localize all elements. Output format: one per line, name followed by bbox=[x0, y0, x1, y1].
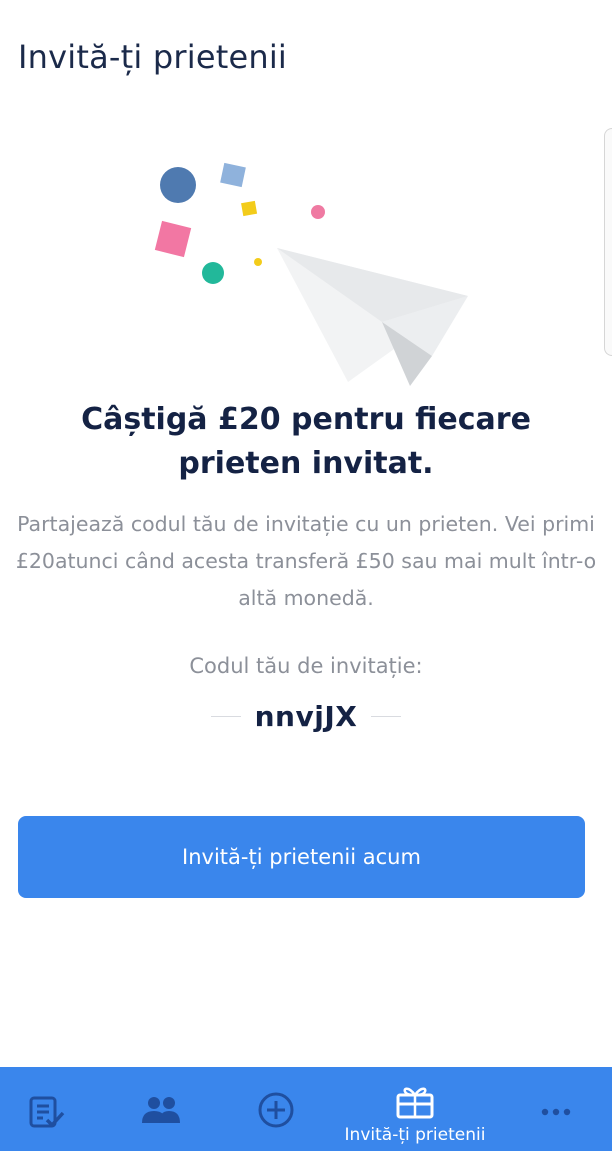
add-circle-icon bbox=[258, 1092, 294, 1128]
paper-plane-illustration bbox=[154, 162, 468, 386]
confetti-dot bbox=[254, 258, 262, 266]
confetti-square bbox=[220, 162, 246, 188]
code-divider-right bbox=[371, 715, 402, 717]
tab-recipients[interactable] bbox=[135, 1067, 187, 1151]
confetti-square bbox=[241, 200, 258, 217]
bottom-tab-bar: Invită-ți prietenii bbox=[0, 1067, 612, 1151]
headline-line-2: prieten invitat. bbox=[178, 446, 434, 481]
confetti-dot bbox=[202, 262, 224, 284]
tab-invite-friends-label: Invită-ți prietenii bbox=[344, 1125, 486, 1145]
reward-headline: Câștigă £20 pentru fiecare prieten invit… bbox=[0, 398, 612, 486]
recipients-icon bbox=[142, 1097, 180, 1123]
scroll-indicator bbox=[604, 128, 612, 356]
headline-line-1: Câștigă £20 pentru fiecare bbox=[81, 402, 531, 437]
code-divider-left bbox=[210, 715, 241, 717]
gift-icon bbox=[396, 1087, 434, 1119]
confetti-dot bbox=[160, 167, 196, 203]
more-icon bbox=[541, 1108, 571, 1116]
invite-code-value[interactable]: nnvjJX bbox=[255, 700, 358, 733]
page-title: Invită-ți prietenii bbox=[18, 38, 288, 76]
tab-send-money[interactable] bbox=[254, 1067, 298, 1151]
confetti-dot bbox=[311, 205, 325, 219]
tab-more[interactable] bbox=[536, 1067, 576, 1151]
invite-code-row: nnvjJX bbox=[0, 696, 612, 736]
confetti-square bbox=[154, 220, 192, 258]
activity-list-icon bbox=[29, 1096, 65, 1128]
paper-plane-icon bbox=[277, 248, 468, 386]
reward-description: Partajează codul tău de invitație cu un … bbox=[15, 512, 597, 610]
invite-friends-now-button[interactable]: Invită-ți prietenii acum bbox=[18, 816, 585, 898]
tab-activity[interactable] bbox=[22, 1067, 72, 1151]
tab-invite-friends[interactable]: Invită-ți prietenii bbox=[330, 1067, 500, 1151]
invite-code-label: Codul tău de invitație: bbox=[189, 654, 423, 678]
